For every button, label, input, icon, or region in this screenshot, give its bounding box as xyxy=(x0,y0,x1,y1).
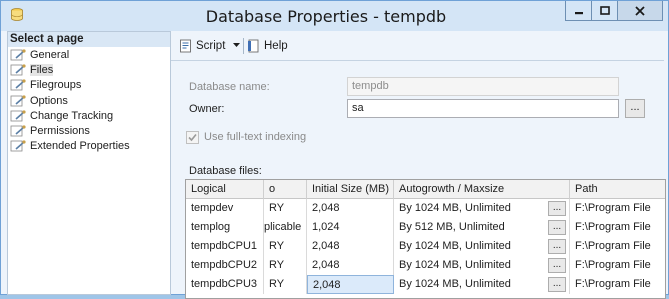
column-header-initial-size[interactable]: Initial Size (MB) xyxy=(307,180,394,199)
minimize-button[interactable] xyxy=(565,1,591,21)
owner-field[interactable]: sa xyxy=(347,99,619,118)
page-label: Filegroups xyxy=(30,79,82,92)
page-item-files[interactable]: Files xyxy=(8,62,170,77)
close-button[interactable] xyxy=(617,1,663,21)
page-item-extended-properties[interactable]: Extended Properties xyxy=(8,139,170,154)
database-properties-window: Database Properties - tempdb Select a pa… xyxy=(0,0,669,299)
minimize-icon xyxy=(574,11,583,14)
wrench-page-icon xyxy=(10,49,26,61)
cell-path[interactable]: F:\Program File xyxy=(570,218,665,237)
script-button[interactable]: Script xyxy=(179,37,225,55)
wrench-page-icon xyxy=(10,125,26,137)
database-files-label: Database files: xyxy=(189,165,262,177)
table-row[interactable]: tempdbCPU1 RY 2,048 By 1024 MB, Unlimite… xyxy=(186,237,665,256)
cell-initial-size-selected[interactable]: 2,048 xyxy=(307,275,394,294)
help-label: Help xyxy=(264,40,288,52)
wrench-page-icon xyxy=(10,140,26,152)
cell-path[interactable]: F:\Program File xyxy=(570,237,665,256)
table-row[interactable]: tempdbCPU2 RY 2,048 By 1024 MB, Unlimite… xyxy=(186,256,665,275)
page-label: Change Tracking xyxy=(30,109,114,122)
cell-path[interactable]: F:\Program File xyxy=(570,256,665,275)
autogrowth-browse-button[interactable]: ... xyxy=(548,277,566,292)
page-list: General Files Filegroups Options Change … xyxy=(8,47,170,154)
grid-header-row: Logical o Initial Size (MB) Autogrowth /… xyxy=(186,180,665,199)
cell-autogrowth[interactable]: By 1024 MB, Unlimited xyxy=(394,256,570,275)
checkmark-icon xyxy=(188,133,197,142)
cell-autogrowth[interactable]: By 1024 MB, Unlimited xyxy=(394,275,570,294)
cell-path[interactable]: F:\Program File xyxy=(570,275,665,294)
wrench-page-icon xyxy=(10,64,26,76)
script-label: Script xyxy=(196,40,226,52)
cell-autogrowth[interactable]: By 1024 MB, Unlimited xyxy=(394,237,570,256)
column-header-autogrowth[interactable]: Autogrowth / Maxsize xyxy=(394,180,570,199)
title-bar: Database Properties - tempdb xyxy=(1,1,668,31)
database-app-icon xyxy=(9,7,25,23)
owner-label: Owner: xyxy=(189,103,225,115)
database-name-field: tempdb xyxy=(347,77,619,96)
close-icon xyxy=(635,5,645,16)
cell-initial-size[interactable]: 2,048 xyxy=(307,237,394,256)
script-dropdown-icon[interactable] xyxy=(233,43,240,47)
page-label: General xyxy=(30,48,70,61)
maximize-icon xyxy=(599,5,610,15)
cell-logical[interactable]: tempdbCPU3 xyxy=(186,275,264,294)
page-label: Permissions xyxy=(30,125,90,138)
fulltext-checkbox[interactable] xyxy=(186,131,199,144)
maximize-button[interactable] xyxy=(591,1,617,21)
autogrowth-browse-button[interactable]: ... xyxy=(548,258,566,273)
files-page: Script Help Database name: tempdb Owner:… xyxy=(171,31,666,299)
wrench-page-icon xyxy=(10,94,26,106)
cell-initial-size[interactable]: 2,048 xyxy=(307,256,394,275)
fulltext-label: Use full-text indexing xyxy=(204,131,307,143)
cell-logical[interactable]: tempdev xyxy=(186,199,264,218)
toolbar: Script Help xyxy=(171,31,664,61)
autogrowth-browse-button[interactable]: ... xyxy=(548,220,566,235)
page-label: Extended Properties xyxy=(30,140,130,153)
table-row[interactable]: tempdev RY 2,048 By 1024 MB, Unlimited .… xyxy=(186,199,665,218)
script-icon xyxy=(180,39,191,53)
toolbar-separator xyxy=(243,38,244,54)
page-item-permissions[interactable]: Permissions xyxy=(8,123,170,138)
table-row[interactable]: templog plicable 1,024 By 512 MB, Unlimi… xyxy=(186,218,665,237)
column-header-file-type[interactable]: o xyxy=(264,180,307,199)
page-label: Options xyxy=(30,94,68,107)
column-header-path[interactable]: Path xyxy=(570,180,665,199)
autogrowth-browse-button[interactable]: ... xyxy=(548,201,566,216)
owner-browse-button[interactable]: ... xyxy=(625,99,645,118)
cell-file-type[interactable]: RY xyxy=(264,256,307,275)
select-page-pane: Select a page General Files Filegroups O… xyxy=(7,31,171,295)
cell-initial-size[interactable]: 1,024 xyxy=(307,218,394,237)
help-button[interactable]: Help xyxy=(247,37,288,55)
window-title: Database Properties - tempdb xyxy=(205,7,447,26)
wrench-page-icon xyxy=(10,79,26,91)
autogrowth-browse-button[interactable]: ... xyxy=(548,239,566,254)
wrench-page-icon xyxy=(10,110,26,122)
cell-autogrowth[interactable]: By 512 MB, Unlimited xyxy=(394,218,570,237)
cell-path[interactable]: F:\Program File xyxy=(570,199,665,218)
help-icon xyxy=(248,39,259,53)
page-label: Files xyxy=(30,63,54,76)
page-item-options[interactable]: Options xyxy=(8,93,170,108)
page-item-change-tracking[interactable]: Change Tracking xyxy=(8,108,170,123)
cell-file-type[interactable]: RY xyxy=(264,237,307,256)
cell-file-type[interactable]: plicable xyxy=(264,218,307,237)
cell-logical[interactable]: tempdbCPU1 xyxy=(186,237,264,256)
column-header-logical[interactable]: Logical xyxy=(186,180,264,199)
database-name-label: Database name: xyxy=(189,81,270,93)
cell-file-type[interactable]: RY xyxy=(264,199,307,218)
cell-autogrowth[interactable]: By 1024 MB, Unlimited xyxy=(394,199,570,218)
page-item-filegroups[interactable]: Filegroups xyxy=(8,78,170,93)
database-files-grid[interactable]: Logical o Initial Size (MB) Autogrowth /… xyxy=(185,179,666,299)
page-item-general[interactable]: General xyxy=(8,47,170,62)
table-row[interactable]: tempdbCPU3 RY 2,048 By 1024 MB, Unlimite… xyxy=(186,275,665,294)
cell-file-type[interactable]: RY xyxy=(264,275,307,294)
select-page-header: Select a page xyxy=(8,32,170,47)
cell-logical[interactable]: templog xyxy=(186,218,264,237)
cell-initial-size[interactable]: 2,048 xyxy=(307,199,394,218)
cell-logical[interactable]: tempdbCPU2 xyxy=(186,256,264,275)
